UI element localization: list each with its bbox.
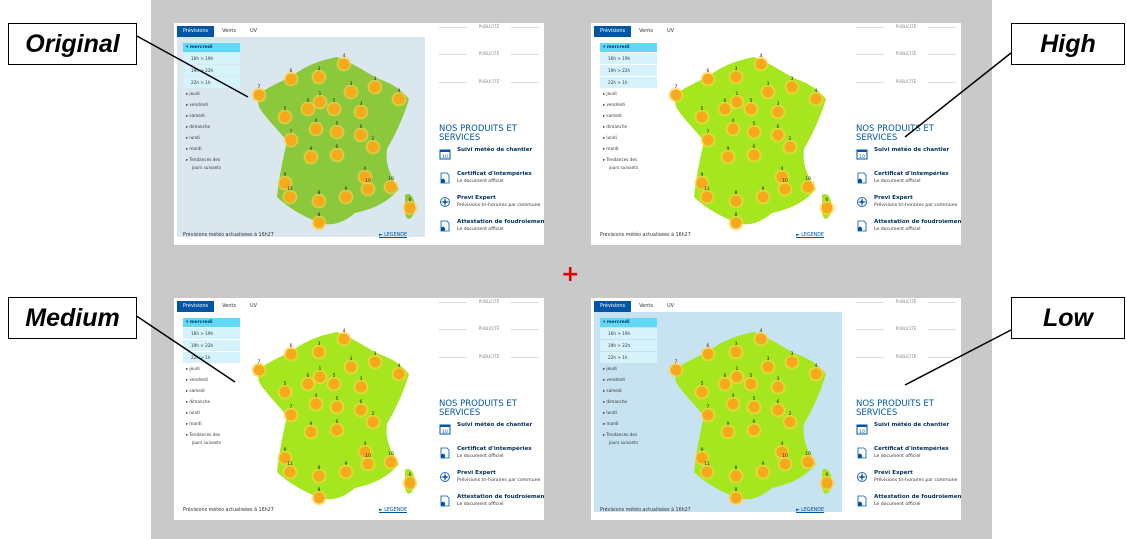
plus-sign: + [561, 262, 580, 287]
high-callout: High [1011, 23, 1125, 65]
medium-callout: Medium [8, 297, 137, 339]
original-callout: Original [8, 23, 137, 65]
low-callout: Low [1011, 297, 1125, 339]
